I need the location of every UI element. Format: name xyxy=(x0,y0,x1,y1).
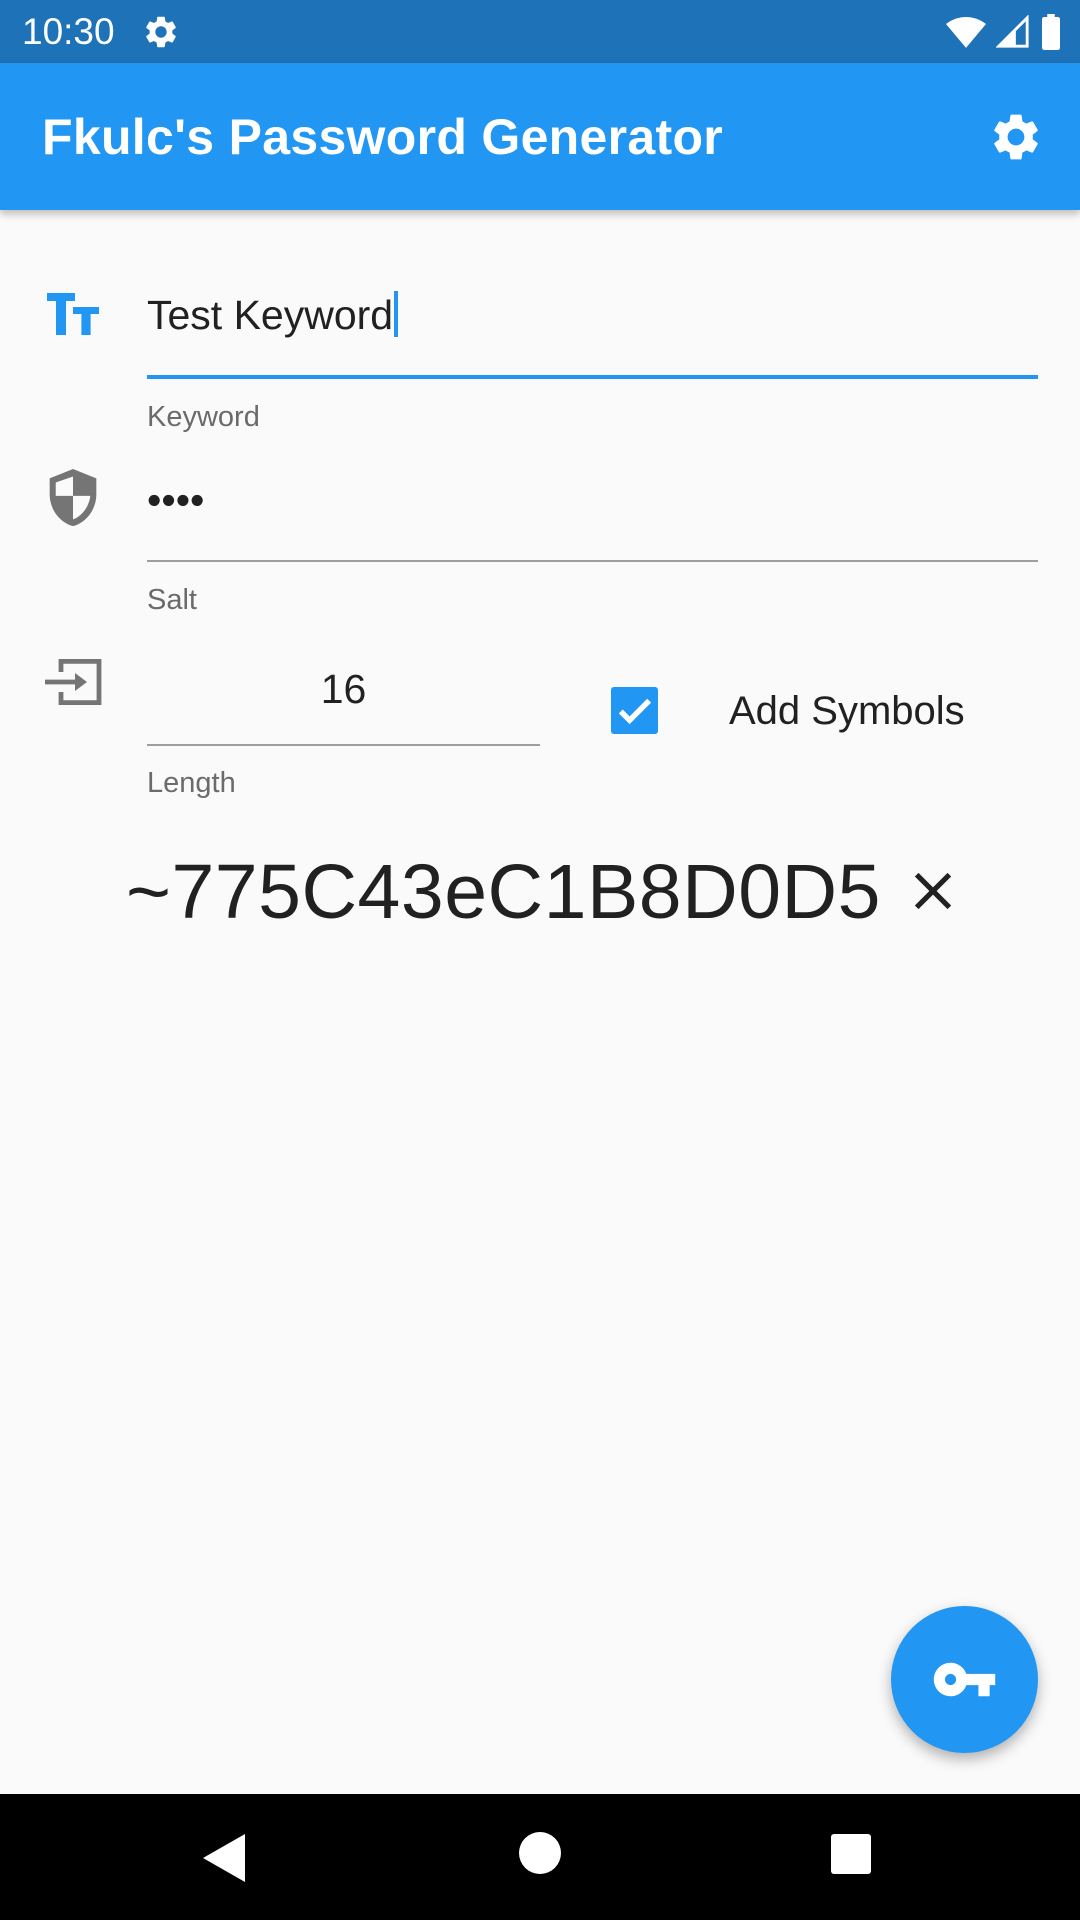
salt-value: •••• xyxy=(147,477,205,523)
wifi-icon xyxy=(946,17,986,48)
shield-icon xyxy=(49,469,97,527)
home-icon[interactable] xyxy=(519,1832,561,1874)
keyword-underline xyxy=(147,375,1038,379)
generated-password: ~775C43eC1B8D0D5 xyxy=(126,849,881,935)
signal-icon xyxy=(996,15,1029,48)
back-icon[interactable] xyxy=(203,1834,245,1882)
status-bar: 10:30 xyxy=(0,0,1080,63)
app-screen: 10:30 Fkulc's Password Generator Test Ke… xyxy=(0,0,1080,1920)
input-icon xyxy=(45,659,102,705)
length-input[interactable]: 16 xyxy=(147,659,540,747)
battery-icon xyxy=(1042,14,1060,50)
text-cursor xyxy=(394,291,399,337)
salt-underline xyxy=(147,560,1038,562)
keyword-value: Test Keyword xyxy=(147,292,394,338)
length-underline xyxy=(147,744,540,746)
keyword-input[interactable]: Test Keyword xyxy=(147,285,1038,380)
navigation-bar xyxy=(0,1794,1080,1920)
gear-icon xyxy=(146,16,176,48)
key-icon xyxy=(933,1662,996,1697)
check-icon xyxy=(618,698,652,725)
keyword-label: Keyword xyxy=(147,401,260,433)
status-icons xyxy=(946,12,1062,52)
length-value: 16 xyxy=(320,666,367,712)
settings-gear-icon[interactable] xyxy=(988,109,1044,165)
app-title: Fkulc's Password Generator xyxy=(42,109,724,165)
length-label: Length xyxy=(147,767,236,799)
salt-label: Salt xyxy=(147,584,197,616)
recents-icon[interactable] xyxy=(831,1834,871,1874)
text-size-icon xyxy=(47,293,99,335)
salt-input[interactable]: •••• xyxy=(147,470,1038,563)
generate-fab-button[interactable] xyxy=(891,1606,1038,1753)
app-bar: Fkulc's Password Generator xyxy=(0,63,1080,210)
add-symbols-label: Add Symbols xyxy=(729,689,965,733)
status-time: 10:30 xyxy=(22,11,115,52)
close-icon[interactable] xyxy=(905,863,961,919)
add-symbols-checkbox[interactable] xyxy=(611,687,658,734)
